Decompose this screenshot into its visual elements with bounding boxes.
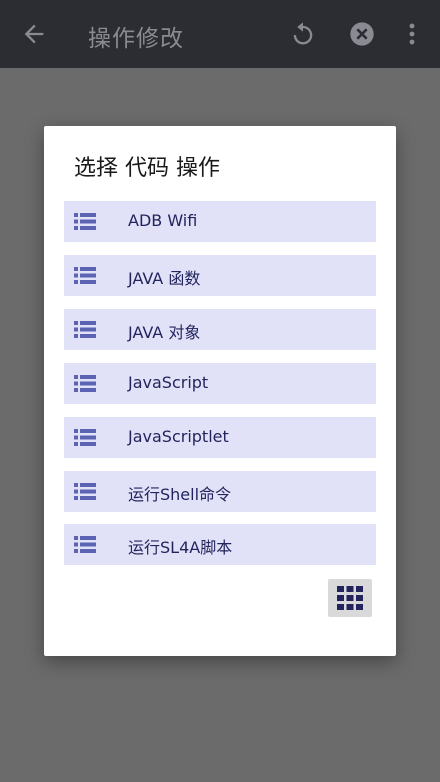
- list-icon: [74, 483, 96, 500]
- list-icon: [74, 536, 96, 553]
- dialog-title: 选择 代码 操作: [74, 156, 220, 181]
- list-item-javascript[interactable]: JavaScript: [64, 363, 376, 404]
- list-icon: [74, 267, 96, 284]
- page-title: 操作修改: [88, 26, 184, 52]
- list-item-run-shell[interactable]: 运行Shell命令: [64, 471, 376, 512]
- close-circle-icon[interactable]: [348, 20, 376, 48]
- list-item-label: 运行Shell命令: [128, 485, 232, 504]
- list-item-label: JAVA 对象: [128, 323, 201, 342]
- select-code-action-dialog: 选择 代码 操作 ADB Wifi JAVA 函数 JAVA 对象 JavaSc…: [44, 126, 396, 656]
- list-item-label: JavaScript: [128, 373, 209, 392]
- list-item-label: 运行SL4A脚本: [128, 538, 233, 557]
- list-item-label: JAVA 函数: [128, 269, 201, 288]
- list-item-javascriptlet[interactable]: JavaScriptlet: [64, 417, 376, 458]
- list-icon: [74, 321, 96, 338]
- list-item-adb-wifi[interactable]: ADB Wifi: [64, 201, 376, 242]
- grid-view-button[interactable]: [328, 579, 372, 617]
- list-item-label: ADB Wifi: [128, 211, 198, 230]
- more-vert-icon[interactable]: [402, 20, 422, 48]
- list-icon: [74, 429, 96, 446]
- list-item-run-sl4a[interactable]: 运行SL4A脚本: [64, 524, 376, 565]
- grid-icon: [337, 586, 363, 610]
- back-arrow-icon[interactable]: [20, 20, 48, 48]
- undo-icon[interactable]: [289, 20, 317, 48]
- app-bar: 操作修改: [0, 0, 440, 68]
- list-item-java-object[interactable]: JAVA 对象: [64, 309, 376, 350]
- list-item-label: JavaScriptlet: [128, 427, 229, 446]
- list-item-java-function[interactable]: JAVA 函数: [64, 255, 376, 296]
- list-icon: [74, 375, 96, 392]
- list-icon: [74, 213, 96, 230]
